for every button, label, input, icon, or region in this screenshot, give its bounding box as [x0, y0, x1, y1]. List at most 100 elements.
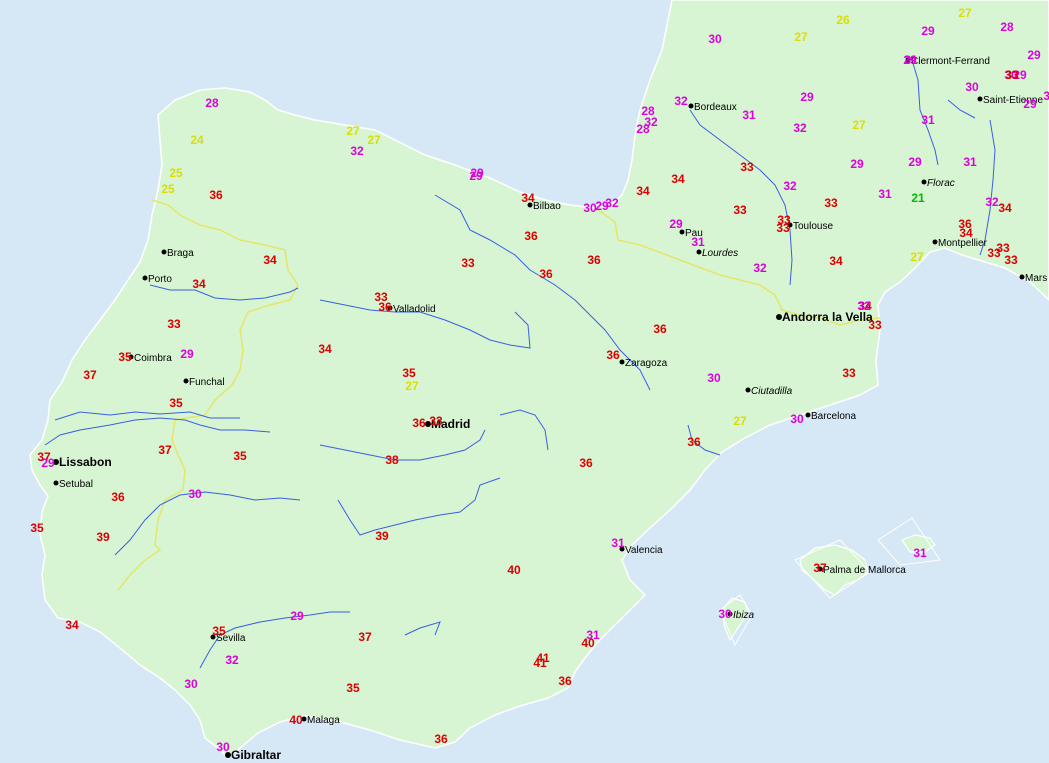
temperature-reading: 31: [904, 53, 918, 67]
city-label: Lourdes: [702, 248, 738, 259]
temperature-reading: 36: [579, 456, 593, 470]
temperature-reading: 33: [824, 196, 838, 210]
city-valladolid[interactable]: Valladolid: [387, 304, 436, 315]
temperature-reading: 26: [836, 13, 850, 27]
temperature-reading: 27: [852, 118, 866, 132]
city-lourdes[interactable]: Lourdes: [696, 248, 739, 259]
temperature-reading: 27: [733, 414, 747, 428]
temperature-reading: 36: [558, 674, 572, 688]
temperature-reading: 32: [605, 196, 619, 210]
temperature-reading: 31: [921, 113, 935, 127]
city-label: Clermont-Ferrand: [911, 56, 990, 67]
temperature-reading: 40: [507, 563, 521, 577]
temperature-reading: 32: [783, 179, 797, 193]
temperature-reading: 34: [636, 184, 650, 198]
temperature-reading: 31: [913, 546, 927, 560]
temperature-reading: 32: [350, 144, 364, 158]
city-dot: [805, 412, 811, 418]
city-label: Toulouse: [793, 221, 833, 232]
city-dot: [619, 359, 625, 365]
temperature-reading: 33: [461, 256, 475, 270]
city-gibraltar[interactable]: Gibraltar: [225, 748, 281, 762]
temperature-reading: 34: [263, 253, 277, 267]
temperature-reading: 40: [289, 713, 303, 727]
city-dot: [688, 103, 694, 109]
city-ciutadilla[interactable]: Ciutadilla: [745, 386, 793, 397]
temperature-reading: 30: [718, 607, 732, 621]
city-dot: [696, 249, 702, 255]
city-dot: [977, 96, 983, 102]
city-dot: [53, 480, 59, 486]
city-toulouse[interactable]: Toulouse: [787, 221, 834, 232]
city-florac[interactable]: Florac: [921, 178, 955, 189]
city-label: Bilbao: [533, 201, 561, 212]
temperature-reading: 37: [358, 630, 372, 644]
city-lissabon[interactable]: Lissabon: [53, 455, 112, 469]
temperature-reading: 36: [111, 490, 125, 504]
temperature-reading: 31: [691, 235, 705, 249]
temperature-reading: 33: [868, 318, 882, 332]
temperature-reading: 36: [653, 322, 667, 336]
temperature-reading: 41: [533, 656, 547, 670]
city-label: Malaga: [307, 715, 340, 726]
temperature-reading: 36: [687, 435, 701, 449]
temperature-reading: 29: [1027, 48, 1041, 62]
city-label: Gibraltar: [231, 748, 281, 762]
temperature-reading: 33: [740, 160, 754, 174]
temperature-reading: 25: [169, 166, 183, 180]
temperature-reading: 27: [958, 6, 972, 20]
temperature-reading: 31: [1043, 89, 1049, 103]
temperature-reading: 36: [412, 416, 426, 430]
temperature-reading: 32: [985, 195, 999, 209]
temperature-reading: 36: [434, 732, 448, 746]
city-braga[interactable]: Braga: [161, 248, 195, 259]
temperature-reading: 39: [375, 529, 389, 543]
temperature-reading: 36: [524, 229, 538, 243]
temperature-reading: 36: [378, 300, 392, 314]
temperature-reading: 29: [921, 24, 935, 38]
temperature-reading: 28: [1000, 20, 1014, 34]
city-zaragoza[interactable]: Zaragoza: [619, 358, 668, 369]
city-label: Setubal: [59, 479, 93, 490]
temperature-reading: 31: [742, 108, 756, 122]
temperature-reading: 33: [776, 221, 790, 235]
temperature-reading: 31: [963, 155, 977, 169]
temperature-reading: 25: [161, 182, 175, 196]
temperature-reading: 34: [998, 201, 1012, 215]
city-label: Palma de Mallorca: [823, 565, 906, 576]
temperature-reading: 35: [30, 521, 44, 535]
temperature-reading: 34: [192, 277, 206, 291]
temperature-reading: 33: [167, 317, 181, 331]
temperature-reading: 29: [908, 155, 922, 169]
weather-map[interactable]: Clermont-FerrandSaint-EtienneBordeauxFlo…: [0, 0, 1049, 763]
temperature-reading: 35: [118, 350, 132, 364]
temperature-reading: 35: [212, 624, 226, 638]
city-dot: [161, 249, 167, 255]
temperature-reading: 29: [1023, 97, 1037, 111]
city-bordeaux[interactable]: Bordeaux: [688, 102, 737, 113]
city-malaga[interactable]: Malaga: [301, 715, 341, 726]
temperature-reading: 21: [911, 191, 925, 205]
city-palma-de-mallorca[interactable]: Palma de Mallorca: [817, 565, 907, 576]
temperature-reading: 32: [753, 261, 767, 275]
city-clermont-ferrand[interactable]: Clermont-Ferrand: [905, 56, 990, 67]
city-funchal[interactable]: Funchal: [183, 377, 225, 388]
temperature-reading: 30: [184, 677, 198, 691]
city-label: Porto: [148, 274, 172, 285]
city-dot: [142, 275, 148, 281]
city-label: Funchal: [189, 377, 225, 388]
city-coimbra[interactable]: Coimbra: [128, 353, 173, 364]
city-valencia[interactable]: Valencia: [619, 545, 664, 556]
temperature-reading: 36: [606, 348, 620, 362]
city-label: Lissabon: [59, 455, 112, 469]
city-label: Valencia: [625, 545, 663, 556]
temperature-reading: 34: [318, 342, 332, 356]
city-setubal[interactable]: Setubal: [53, 479, 93, 490]
temperature-reading: 38: [385, 453, 399, 467]
city-dot: [921, 179, 927, 185]
city-barcelona[interactable]: Barcelona: [805, 411, 857, 422]
city-label: Coimbra: [134, 353, 172, 364]
temperature-reading: 35: [233, 449, 247, 463]
city-label: Braga: [167, 248, 194, 259]
temperature-reading: 35: [402, 366, 416, 380]
